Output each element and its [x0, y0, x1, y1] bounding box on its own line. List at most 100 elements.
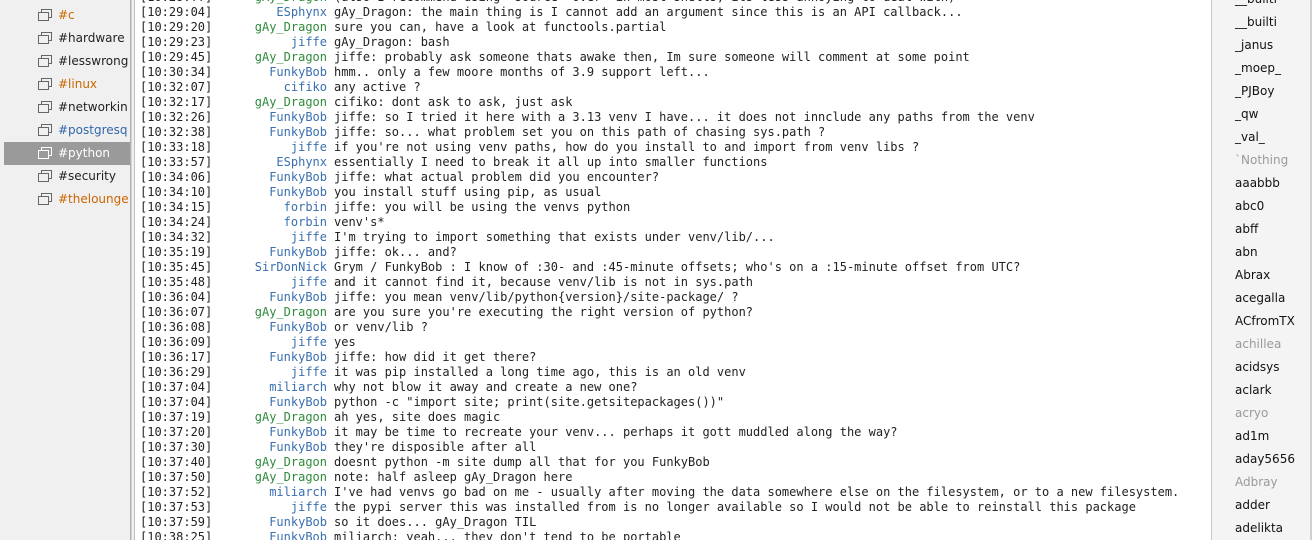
message-row: [10:34:10] FunkyBob you install stuff usin…: [135, 185, 1211, 200]
message-nick[interactable]: forbin: [284, 215, 327, 230]
message-nick[interactable]: FunkyBob: [269, 350, 327, 365]
user-item[interactable]: aaabbb: [1212, 172, 1312, 195]
user-item[interactable]: abn: [1212, 241, 1312, 264]
user-item[interactable]: achillea: [1212, 333, 1312, 356]
message-timestamp: [10:32:26]: [140, 110, 213, 124]
message-nick[interactable]: jiffe: [291, 365, 327, 380]
user-item[interactable]: __builti: [1212, 0, 1312, 11]
chat-bubble-icon: [38, 193, 52, 205]
chat-bubble-icon: [38, 147, 52, 159]
user-item[interactable]: _qw: [1212, 103, 1312, 126]
user-item[interactable]: _moep_: [1212, 57, 1312, 80]
channel-label: #lesswrong: [58, 54, 129, 68]
message-nick[interactable]: cifiko: [284, 80, 327, 95]
message-nick[interactable]: ESphynx: [276, 5, 327, 20]
user-item[interactable]: ACfromTX: [1212, 310, 1312, 333]
message-nick[interactable]: gAy_Dragon: [255, 470, 327, 485]
message-text: or venv/lib ?: [334, 320, 428, 334]
channel-item[interactable]: #lesswrong: [4, 50, 130, 73]
message-text: Grym / FunkyBob : I know of :30- and :45…: [334, 260, 1021, 274]
message-text: gAy_Dragon: bash: [334, 35, 450, 49]
message-row: [10:37:40] gAy_Dragon doesnt python -m sit…: [135, 455, 1211, 470]
message-nick[interactable]: SirDonNick: [255, 260, 327, 275]
message-nick[interactable]: gAy_Dragon: [255, 50, 327, 65]
channel-label: #security: [58, 169, 116, 183]
message-nick[interactable]: forbin: [284, 200, 327, 215]
message-nick[interactable]: jiffe: [291, 230, 327, 245]
message-nick[interactable]: FunkyBob: [269, 245, 327, 260]
message-text: cifiko: dont ask to ask, just ask: [334, 95, 573, 109]
message-nick[interactable]: FunkyBob: [269, 185, 327, 200]
user-item[interactable]: aclark: [1212, 379, 1312, 402]
message-nick[interactable]: gAy_Dragon: [255, 410, 327, 425]
message-nick[interactable]: jiffe: [291, 140, 327, 155]
user-item[interactable]: _PJBoy: [1212, 80, 1312, 103]
message-nick[interactable]: FunkyBob: [269, 515, 327, 530]
message-row: [10:32:26] FunkyBob jiffe: so I tried it h…: [135, 110, 1211, 125]
user-item[interactable]: ad1m: [1212, 425, 1312, 448]
message-timestamp: [10:36:29]: [140, 365, 213, 379]
message-nick[interactable]: gAy_Dragon: [255, 455, 327, 470]
channel-item[interactable]: #linux: [4, 73, 130, 96]
user-item[interactable]: abc0: [1212, 195, 1312, 218]
message-nick[interactable]: FunkyBob: [269, 170, 327, 185]
channel-item[interactable]: #networkin: [4, 96, 130, 119]
message-nick[interactable]: gAy_Dragon: [255, 305, 327, 320]
message-text: gAy_Dragon: the main thing is I cannot a…: [334, 5, 963, 19]
message-nick[interactable]: miliarch: [269, 485, 327, 500]
user-item[interactable]: _janus: [1212, 34, 1312, 57]
message-list: [10:28:??]gAy_Dragon(also I recommend us…: [135, 0, 1211, 540]
chat-bubble-icon: [38, 55, 52, 67]
user-item[interactable]: adder: [1212, 494, 1312, 517]
user-item[interactable]: aday5656: [1212, 448, 1312, 471]
user-item[interactable]: abff: [1212, 218, 1312, 241]
message-timestamp: [10:35:45]: [140, 260, 213, 274]
message-nick[interactable]: miliarch: [269, 380, 327, 395]
channel-item[interactable]: #hardware: [4, 27, 130, 50]
message-row: [10:37:59] FunkyBob so it does... gAy_Drag…: [135, 515, 1211, 530]
message-timestamp: [10:33:57]: [140, 155, 213, 169]
message-nick[interactable]: FunkyBob: [269, 110, 327, 125]
message-nick[interactable]: FunkyBob: [269, 320, 327, 335]
message-row: [10:36:17] FunkyBob jiffe: how did it get …: [135, 350, 1211, 365]
channel-sidebar: #c #hardware #lesswrong #linux #networkin #po…: [0, 0, 132, 540]
message-nick[interactable]: FunkyBob: [269, 395, 327, 410]
channel-item[interactable]: #python: [4, 142, 130, 165]
channel-item[interactable]: #c: [4, 4, 130, 27]
message-nick[interactable]: FunkyBob: [269, 290, 327, 305]
user-item[interactable]: Abrax: [1212, 264, 1312, 287]
channel-item[interactable]: #postgresq: [4, 119, 130, 142]
user-item[interactable]: __builti: [1212, 11, 1312, 34]
message-nick[interactable]: jiffe: [291, 275, 327, 290]
message-nick[interactable]: ESphynx: [276, 155, 327, 170]
message-timestamp: [10:37:59]: [140, 515, 213, 529]
message-nick[interactable]: FunkyBob: [269, 125, 327, 140]
message-nick[interactable]: gAy_Dragon: [255, 95, 327, 110]
message-nick[interactable]: FunkyBob: [269, 530, 327, 540]
message-nick[interactable]: jiffe: [291, 500, 327, 515]
message-timestamp: [10:37:50]: [140, 470, 213, 484]
message-nick[interactable]: FunkyBob: [269, 65, 327, 80]
message-row: [10:34:32] jiffe I'm trying to import some…: [135, 230, 1211, 245]
message-timestamp: [10:37:04]: [140, 380, 213, 394]
user-item[interactable]: acryo: [1212, 402, 1312, 425]
message-nick[interactable]: jiffe: [291, 335, 327, 350]
sidebar-divider[interactable]: [130, 0, 132, 540]
message-nick[interactable]: FunkyBob: [269, 440, 327, 455]
channel-item[interactable]: #security: [4, 165, 130, 188]
message-nick[interactable]: gAy_Dragon: [255, 20, 327, 35]
message-text: jiffe: you mean venv/lib/python{version}…: [334, 290, 739, 304]
message-text: the pypi server this was installed from …: [334, 500, 1136, 514]
message-nick[interactable]: FunkyBob: [269, 425, 327, 440]
message-nick[interactable]: jiffe: [291, 35, 327, 50]
user-item[interactable]: `Nothing: [1212, 149, 1312, 172]
user-item[interactable]: acegalla: [1212, 287, 1312, 310]
user-item[interactable]: acidsys: [1212, 356, 1312, 379]
user-item[interactable]: adelikta: [1212, 517, 1312, 540]
chat-log[interactable]: [10:28:??]gAy_Dragon(also I recommend us…: [134, 0, 1211, 540]
channel-item[interactable]: #thelounge: [4, 188, 130, 211]
message-timestamp: [10:32:38]: [140, 125, 213, 139]
message-text: yes: [334, 335, 356, 349]
user-item[interactable]: Adbray: [1212, 471, 1312, 494]
user-item[interactable]: _val_: [1212, 126, 1312, 149]
